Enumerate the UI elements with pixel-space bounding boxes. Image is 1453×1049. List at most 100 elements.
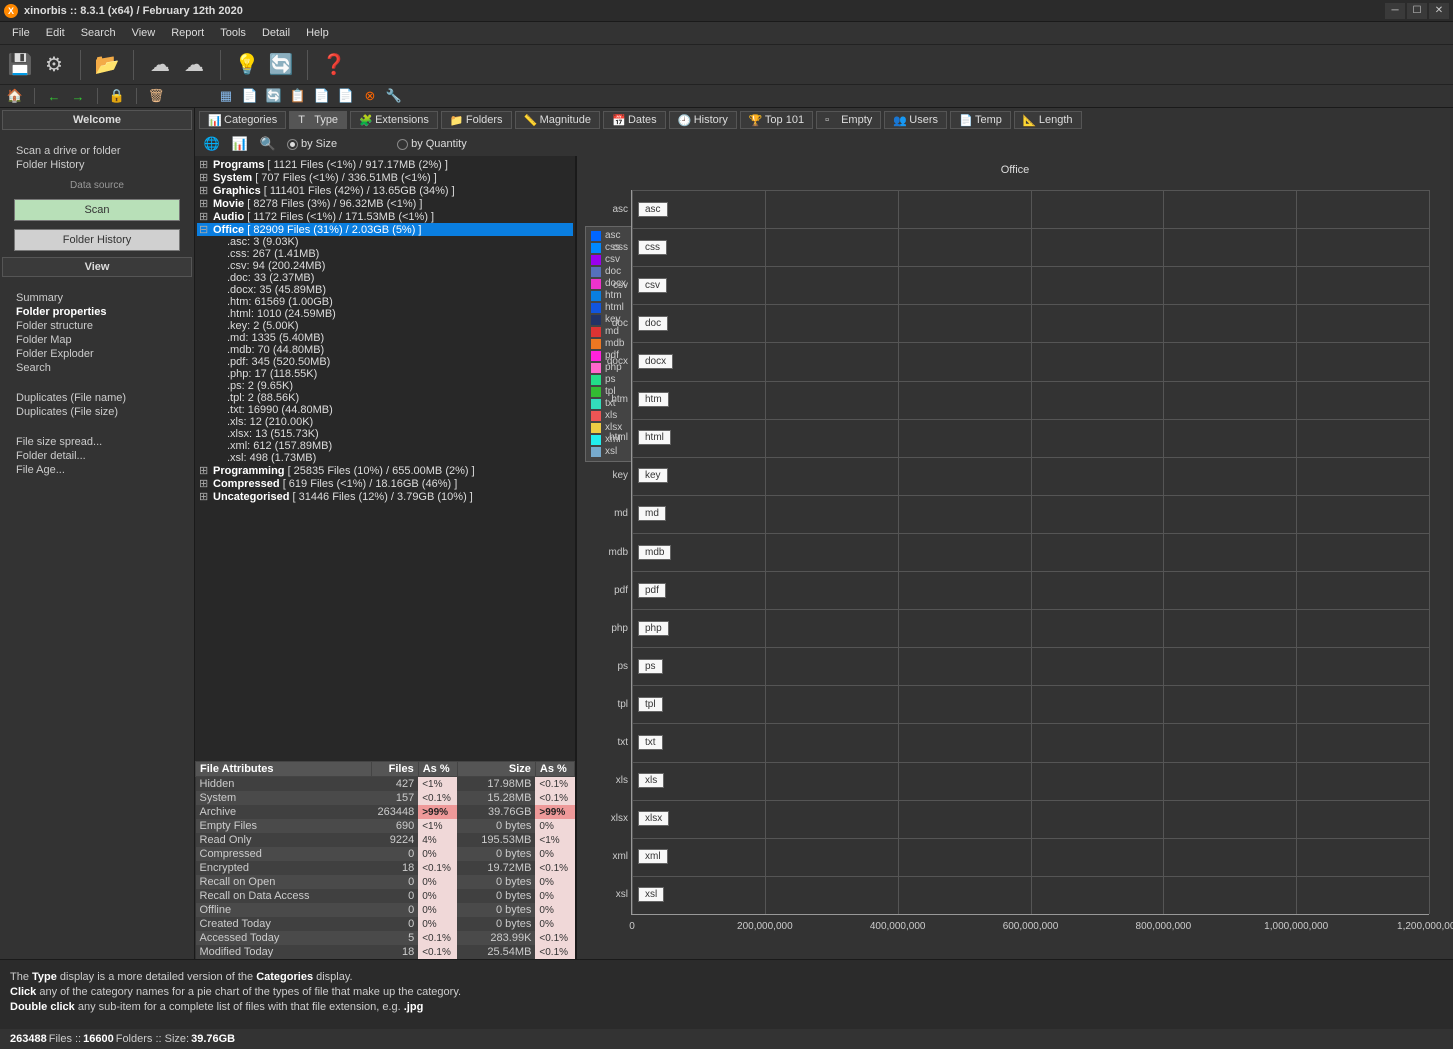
tree-category[interactable]: ⊞Movie [ 8278 Files (3%) / 96.32MB (<1%)… [197, 197, 573, 210]
doc5-icon[interactable]: 📄 [313, 87, 331, 105]
tree-category[interactable]: ⊟Office [ 82909 Files (31%) / 2.03GB (5%… [197, 223, 573, 236]
tree-item[interactable]: .xls: 12 (210.00K) [197, 416, 573, 428]
tree-category[interactable]: ⊞Graphics [ 111401 Files (42%) / 13.65GB… [197, 184, 573, 197]
sidebar-dup-size[interactable]: Duplicates (File size) [16, 405, 178, 419]
tree-category[interactable]: ⊞System [ 707 Files (<1%) / 336.51MB (<1… [197, 171, 573, 184]
tab-temp[interactable]: 📄Temp [950, 111, 1011, 129]
tab-magnitude[interactable]: 📏Magnitude [515, 111, 600, 129]
sidebar-search[interactable]: Search [16, 361, 178, 375]
refresh-icon[interactable]: 🔄 [267, 51, 295, 79]
attr-row[interactable]: Empty Files690<1%0 bytes0% [196, 819, 575, 833]
maximize-button[interactable]: ☐ [1407, 3, 1427, 19]
tree-item[interactable]: .pdf: 345 (520.50MB) [197, 356, 573, 368]
tab-length[interactable]: 📐Length [1014, 111, 1082, 129]
sidebar-file-age[interactable]: File Age... [16, 463, 178, 477]
tree-item[interactable]: .html: 1010 (24.59MB) [197, 308, 573, 320]
tree-item[interactable]: .mdb: 70 (44.80MB) [197, 344, 573, 356]
doc4-icon[interactable]: 📋 [289, 87, 307, 105]
sidebar-scan-link[interactable]: Scan a drive or folder [16, 144, 178, 158]
tree-item[interactable]: .csv: 94 (200.24MB) [197, 260, 573, 272]
tab-extensions[interactable]: 🧩Extensions [350, 111, 438, 129]
tab-type[interactable]: TType [289, 111, 347, 129]
tree-category[interactable]: ⊞Audio [ 1172 Files (<1%) / 171.53MB (<1… [197, 210, 573, 223]
scan-button[interactable]: Scan [14, 199, 180, 221]
menu-file[interactable]: File [6, 25, 36, 41]
forward-icon[interactable]: → [69, 87, 87, 105]
sidebar-file-size-spread[interactable]: File size spread... [16, 435, 178, 449]
attr-row[interactable]: Modified Today18<0.1%25.54MB<0.1% [196, 945, 575, 959]
attr-row[interactable]: Accessed Today5<0.1%283.99K<0.1% [196, 931, 575, 945]
menu-help[interactable]: Help [300, 25, 335, 41]
tree-item[interactable]: .xsl: 498 (1.73MB) [197, 452, 573, 464]
close-button[interactable]: ✕ [1429, 3, 1449, 19]
back-icon[interactable]: ← [45, 87, 63, 105]
tree-item[interactable]: .docx: 35 (45.89MB) [197, 284, 573, 296]
folder-open-icon[interactable]: 📂 [93, 51, 121, 79]
tree-item[interactable]: .doc: 33 (2.37MB) [197, 272, 573, 284]
doc2-icon[interactable]: 📄 [241, 87, 259, 105]
chart-icon[interactable]: 📊 [231, 135, 249, 153]
tab-dates[interactable]: 📅Dates [603, 111, 666, 129]
tree-item[interactable]: .ps: 2 (9.65K) [197, 380, 573, 392]
attr-row[interactable]: Hidden427<1%17.98MB<0.1% [196, 777, 575, 792]
tree-category[interactable]: ⊞Programming [ 25835 Files (10%) / 655.0… [197, 464, 573, 477]
cloud-download-icon[interactable]: ☁ [146, 51, 174, 79]
attr-row[interactable]: Recall on Open00%0 bytes0% [196, 875, 575, 889]
tab-empty[interactable]: ▫Empty [816, 111, 881, 129]
tab-top-101[interactable]: 🏆Top 101 [740, 111, 813, 129]
sort-by-size[interactable]: by Size [287, 138, 337, 150]
tree-item[interactable]: .css: 267 (1.41MB) [197, 248, 573, 260]
cloud-sync-icon[interactable]: ☁ [180, 51, 208, 79]
doc3-icon[interactable]: 🔄 [265, 87, 283, 105]
doc6-icon[interactable]: 📄 [337, 87, 355, 105]
sidebar-folder-map[interactable]: Folder Map [16, 333, 178, 347]
x-icon[interactable]: ⊗ [361, 87, 379, 105]
sidebar-folder-structure[interactable]: Folder structure [16, 319, 178, 333]
attr-row[interactable]: Offline00%0 bytes0% [196, 903, 575, 917]
attr-row[interactable]: System157<0.1%15.28MB<0.1% [196, 791, 575, 805]
col-size[interactable]: Size [457, 762, 535, 777]
tree-category[interactable]: ⊞Uncategorised [ 31446 Files (12%) / 3.7… [197, 490, 573, 503]
tree-category[interactable]: ⊞Compressed [ 619 Files (<1%) / 18.16GB … [197, 477, 573, 490]
trash-icon[interactable]: 🗑 [147, 87, 165, 105]
attr-row[interactable]: Encrypted18<0.1%19.72MB<0.1% [196, 861, 575, 875]
wrench-icon[interactable]: 🔧 [385, 87, 403, 105]
menu-tools[interactable]: Tools [214, 25, 252, 41]
tree-item[interactable]: .xml: 612 (157.89MB) [197, 440, 573, 452]
search-icon[interactable]: 🔍 [259, 135, 277, 153]
save-icon[interactable]: 💾 [6, 51, 34, 79]
col-files[interactable]: Files [371, 762, 418, 777]
category-tree[interactable]: ⊞Programs [ 1121 Files (<1%) / 917.17MB … [195, 156, 575, 761]
tree-item[interactable]: .md: 1335 (5.40MB) [197, 332, 573, 344]
tree-item[interactable]: .key: 2 (5.00K) [197, 320, 573, 332]
menu-view[interactable]: View [126, 25, 162, 41]
doc1-icon[interactable]: ▦ [217, 87, 235, 105]
attr-row[interactable]: Archive263448>99%39.76GB>99% [196, 805, 575, 819]
tree-item[interactable]: .txt: 16990 (44.80MB) [197, 404, 573, 416]
attr-row[interactable]: Compressed00%0 bytes0% [196, 847, 575, 861]
home-icon[interactable]: 🏠 [6, 87, 24, 105]
col-attr[interactable]: File Attributes [196, 762, 372, 777]
lock-icon[interactable]: 🔒 [108, 87, 126, 105]
tab-categories[interactable]: 📊Categories [199, 111, 286, 129]
attr-row[interactable]: Read Only92244%195.53MB<1% [196, 833, 575, 847]
minimize-button[interactable]: ─ [1385, 3, 1405, 19]
tab-folders[interactable]: 📁Folders [441, 111, 512, 129]
menu-report[interactable]: Report [165, 25, 210, 41]
idea-icon[interactable]: 💡 [233, 51, 261, 79]
tree-item[interactable]: .php: 17 (118.55K) [197, 368, 573, 380]
tree-item[interactable]: .xlsx: 13 (515.73K) [197, 428, 573, 440]
sidebar-dup-name[interactable]: Duplicates (File name) [16, 391, 178, 405]
sidebar-folder-properties[interactable]: Folder properties [16, 305, 178, 319]
sidebar-folder-history-link[interactable]: Folder History [16, 158, 178, 172]
help-icon[interactable]: ❓ [320, 51, 348, 79]
col-files-pct[interactable]: As % [418, 762, 457, 777]
sidebar-folder-exploder[interactable]: Folder Exploder [16, 347, 178, 361]
sidebar-summary[interactable]: Summary [16, 291, 178, 305]
attr-row[interactable]: Recall on Data Access00%0 bytes0% [196, 889, 575, 903]
sidebar-folder-detail[interactable]: Folder detail... [16, 449, 178, 463]
tree-item[interactable]: .htm: 61569 (1.00GB) [197, 296, 573, 308]
settings-icon[interactable]: ⚙ [40, 51, 68, 79]
col-size-pct[interactable]: As % [535, 762, 574, 777]
tree-item[interactable]: .tpl: 2 (88.56K) [197, 392, 573, 404]
